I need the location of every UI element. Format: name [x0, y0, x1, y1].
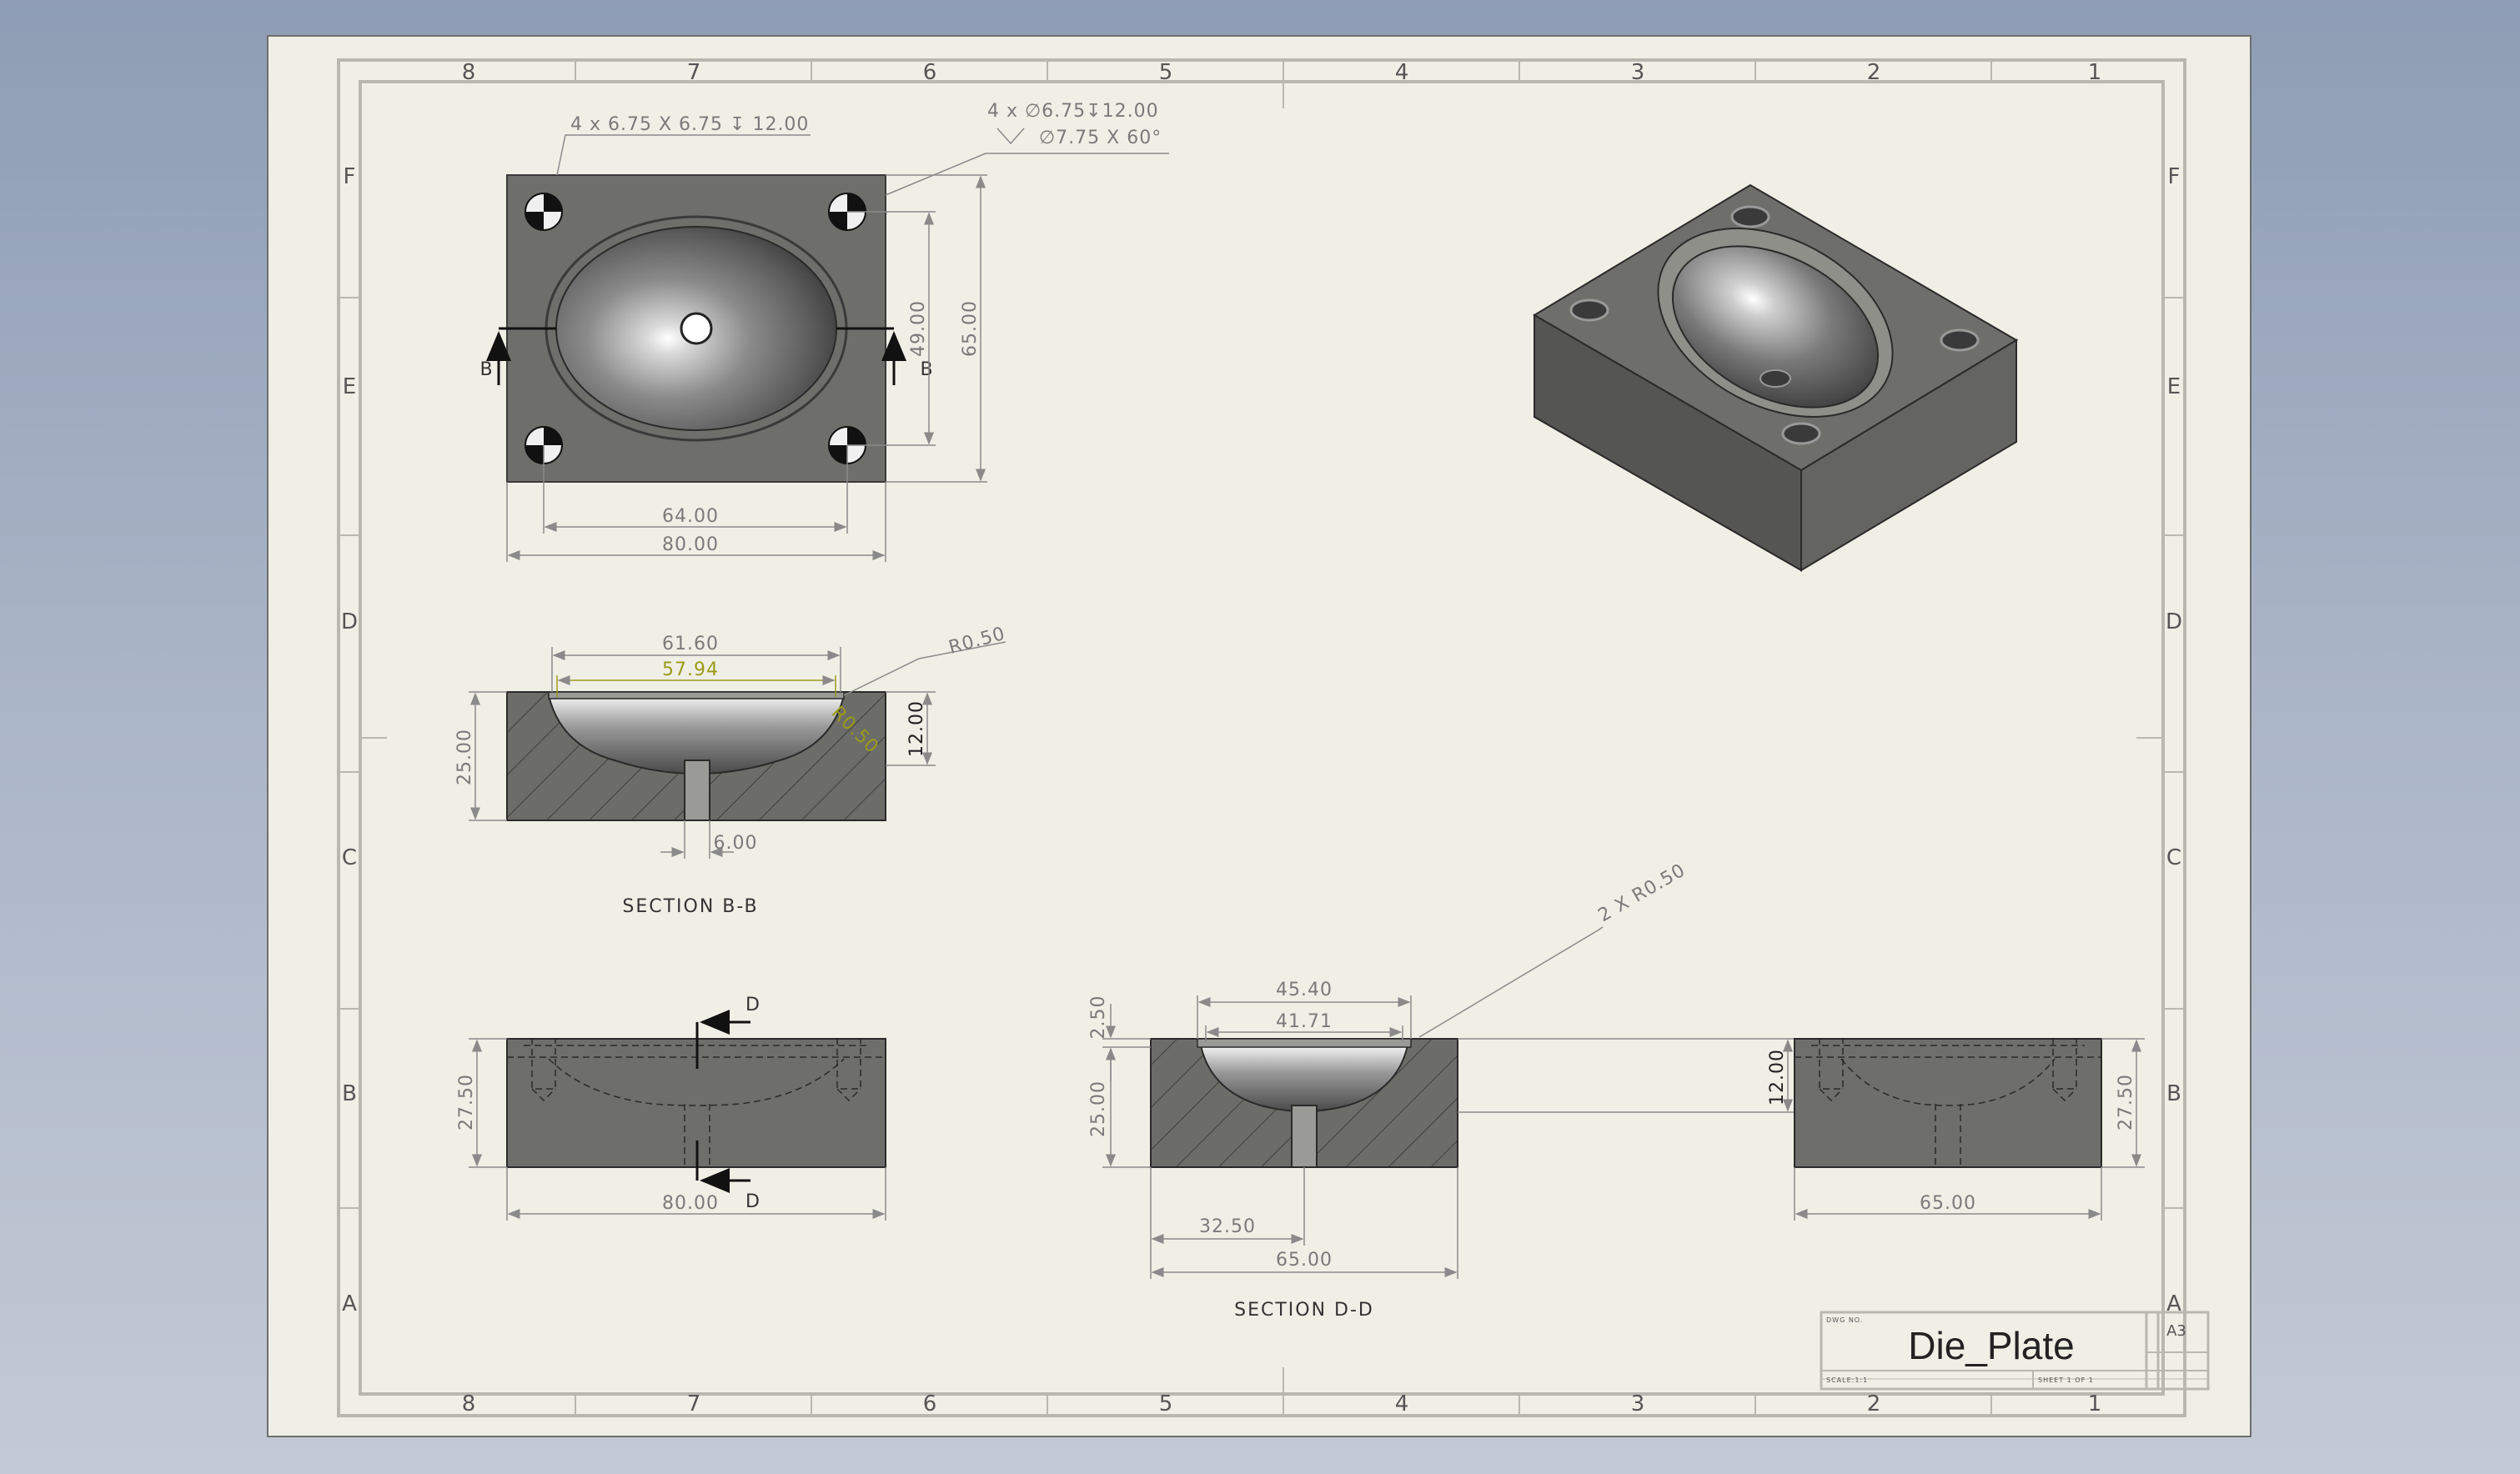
section-b-b-view[interactable]: 61.60 57.94 R0.50 R0.50 12.00 25.00 6.00…	[454, 624, 1007, 917]
sheet-size: A3	[2166, 1322, 2186, 1340]
zone-row-a: A	[342, 1291, 357, 1316]
zone-row-b-right: B	[2166, 1081, 2181, 1106]
drawing-canvas: 8 7 6 5 4 3 2 1 8 7 6 5 4 3 2 1 F E D C …	[337, 58, 2210, 1417]
zone-row-f: F	[344, 164, 356, 189]
section-marker-b-right: B	[920, 359, 934, 380]
front-view[interactable]: D D 27.50 80.00	[456, 995, 886, 1221]
section-marker-d-top: D	[745, 995, 761, 1015]
hole-callout-drill: 4 x ∅6.75↧12.00	[987, 101, 1159, 122]
zone-col-4: 4	[1395, 60, 1409, 85]
title-block: DWG NO. Die_Plate A3 SCALE:1:1 SHEET 1 O…	[1820, 1311, 2210, 1391]
scale-label: SCALE:1:1	[1826, 1376, 1868, 1384]
zone-col-1-bottom: 1	[2088, 1391, 2102, 1416]
dim-height: 25.00	[454, 729, 475, 785]
section-marker-d-bottom: D	[745, 1191, 761, 1212]
dim-width: 65.00	[1276, 1250, 1333, 1271]
section-marker-b-left: B	[479, 359, 494, 380]
dim-width: 80.00	[662, 1193, 719, 1214]
zone-col-6: 6	[923, 60, 937, 85]
zone-col-7: 7	[687, 60, 701, 85]
zone-col-8: 8	[462, 60, 476, 85]
zone-col-3: 3	[1631, 60, 1645, 85]
zone-col-8-bottom: 8	[462, 1391, 476, 1416]
zone-row-b: B	[342, 1081, 357, 1106]
zone-row-c-right: C	[2166, 845, 2181, 870]
dim-width: 65.00	[1920, 1193, 1976, 1214]
zone-col-6-bottom: 6	[923, 1391, 937, 1416]
dim-top-outer: 61.60	[662, 634, 719, 654]
dim-inner-height: 49.00	[908, 300, 929, 357]
section-d-d-view[interactable]: 45.40 41.71 2 X R0.50 2.50 25.00 12.00 3…	[1088, 860, 1795, 1321]
hole-callout-square: 4 x 6.75 X 6.75 ↧ 12.00	[570, 114, 809, 135]
dim-top-inner: 41.71	[1276, 1011, 1333, 1032]
zone-row-f-right: F	[2168, 164, 2181, 189]
zone-col-5: 5	[1159, 60, 1173, 85]
radius-callout: R0.50	[946, 624, 1007, 659]
top-view[interactable]: B B 64.00 80.00 49.00 65.00 4 x 6.75 X 6…	[479, 101, 1169, 562]
hole-callout-csink: ∅7.75 X 60°	[1039, 128, 1162, 148]
dwg-no-label: DWG NO.	[1826, 1316, 1863, 1324]
zone-col-2: 2	[1867, 60, 1881, 85]
dim-top-inner: 57.94	[662, 659, 719, 680]
drawing-sheet[interactable]: 8 7 6 5 4 3 2 1 8 7 6 5 4 3 2 1 F E D C …	[267, 35, 2251, 1437]
zone-row-d-right: D	[2166, 609, 2182, 634]
zone-row-e: E	[343, 374, 356, 399]
dim-outer-width: 80.00	[662, 534, 719, 555]
section-d-d-label: SECTION D-D	[1234, 1300, 1374, 1321]
zone-row-c: C	[342, 845, 357, 870]
dim-height: 27.50	[456, 1074, 477, 1131]
zone-col-1: 1	[2088, 60, 2102, 85]
zone-row-e-right: E	[2167, 374, 2181, 399]
zone-col-2-bottom: 2	[1867, 1391, 1881, 1416]
dim-height: 27.50	[2116, 1074, 2136, 1131]
zone-row-d: D	[341, 609, 358, 634]
drawing-title: Die_Plate	[1908, 1324, 2074, 1367]
dim-height: 25.00	[1088, 1080, 1109, 1137]
zone-col-3-bottom: 3	[1631, 1391, 1645, 1416]
zone-col-5-bottom: 5	[1159, 1391, 1173, 1416]
zone-col-7-bottom: 7	[687, 1391, 701, 1416]
dim-depth: 12.00	[1767, 1049, 1788, 1106]
section-b-b-label: SECTION B-B	[622, 896, 758, 917]
dim-top-outer: 45.40	[1276, 980, 1333, 1000]
dim-hole: 6.00	[714, 833, 758, 854]
dim-outer-height: 65.00	[960, 300, 981, 357]
dim-inner-width: 64.00	[662, 506, 719, 527]
dim-depth: 12.00	[906, 700, 927, 757]
isometric-view[interactable]	[1533, 183, 2019, 572]
side-view[interactable]: 27.50 65.00	[1794, 1038, 2145, 1221]
sheet-label: SHEET 1 OF 1	[2038, 1376, 2094, 1384]
zone-col-4-bottom: 4	[1395, 1391, 1409, 1416]
dim-lip: 2.50	[1088, 995, 1109, 1040]
radius-callout: 2 X R0.50	[1595, 860, 1689, 926]
dim-center: 32.50	[1199, 1216, 1256, 1237]
